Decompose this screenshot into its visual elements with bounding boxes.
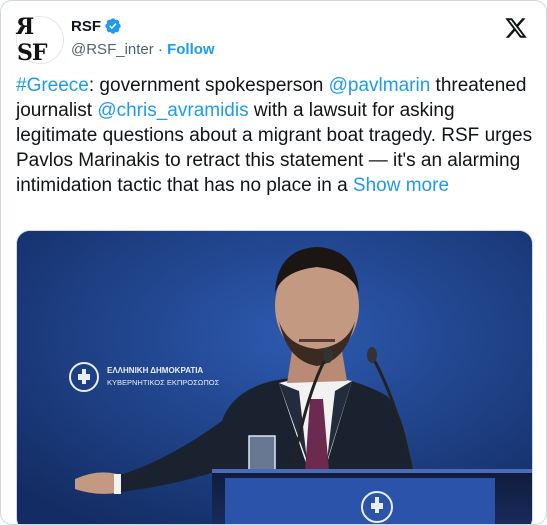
mention-link[interactable]: @pavlmarin bbox=[329, 75, 431, 96]
author-handle[interactable]: @RSF_inter bbox=[71, 41, 154, 58]
author-display-name[interactable]: RSF bbox=[71, 18, 101, 35]
verified-badge-icon bbox=[105, 18, 121, 34]
tweet-text: #Greece: government spokesperson @pavlma… bbox=[16, 73, 541, 198]
avatar[interactable]: RSF bbox=[16, 14, 64, 66]
x-logo-icon[interactable] bbox=[504, 16, 528, 40]
tweet-header: RSF RSF @RSF_inter · Follow bbox=[16, 13, 532, 66]
author-info: RSF @RSF_inter · Follow bbox=[71, 15, 215, 61]
sign-line-1: ΕΛΛΗΝΙΚΗ ΔΗΜΟΚΡΑΤΙΑ bbox=[107, 366, 203, 375]
tweet-text-part: : government spokesperson bbox=[88, 75, 329, 96]
press-conference-photo: ΕΛΛΗΝΙΚΗ ΔΗΜΟΚΡΑΤΙΑ ΚΥΒΕΡΝΗΤΙΚΟΣ ΕΚΠΡΟΣΩ… bbox=[17, 231, 532, 524]
hashtag-link[interactable]: #Greece bbox=[16, 75, 89, 96]
podium bbox=[212, 469, 532, 524]
sign-line-2: ΚΥΒΕΡΝΗΤΙΚΟΣ ΕΚΠΡΟΣΩΠΟΣ bbox=[107, 378, 220, 387]
tweet-photo[interactable]: ΕΛΛΗΝΙΚΗ ΔΗΜΟΚΡΑΤΙΑ ΚΥΒΕΡΝΗΤΙΚΟΣ ΕΚΠΡΟΣΩ… bbox=[16, 230, 533, 524]
follow-button[interactable]: Follow bbox=[167, 41, 215, 58]
show-more-link[interactable]: Show more bbox=[353, 175, 449, 196]
separator-dot: · bbox=[157, 41, 163, 58]
avatar-logo-text: RSF bbox=[17, 14, 47, 66]
tweet-card[interactable]: RSF RSF @RSF_inter · Follow #Greece: gov… bbox=[0, 0, 547, 525]
mention-link[interactable]: @chris_avramidis bbox=[97, 100, 248, 121]
